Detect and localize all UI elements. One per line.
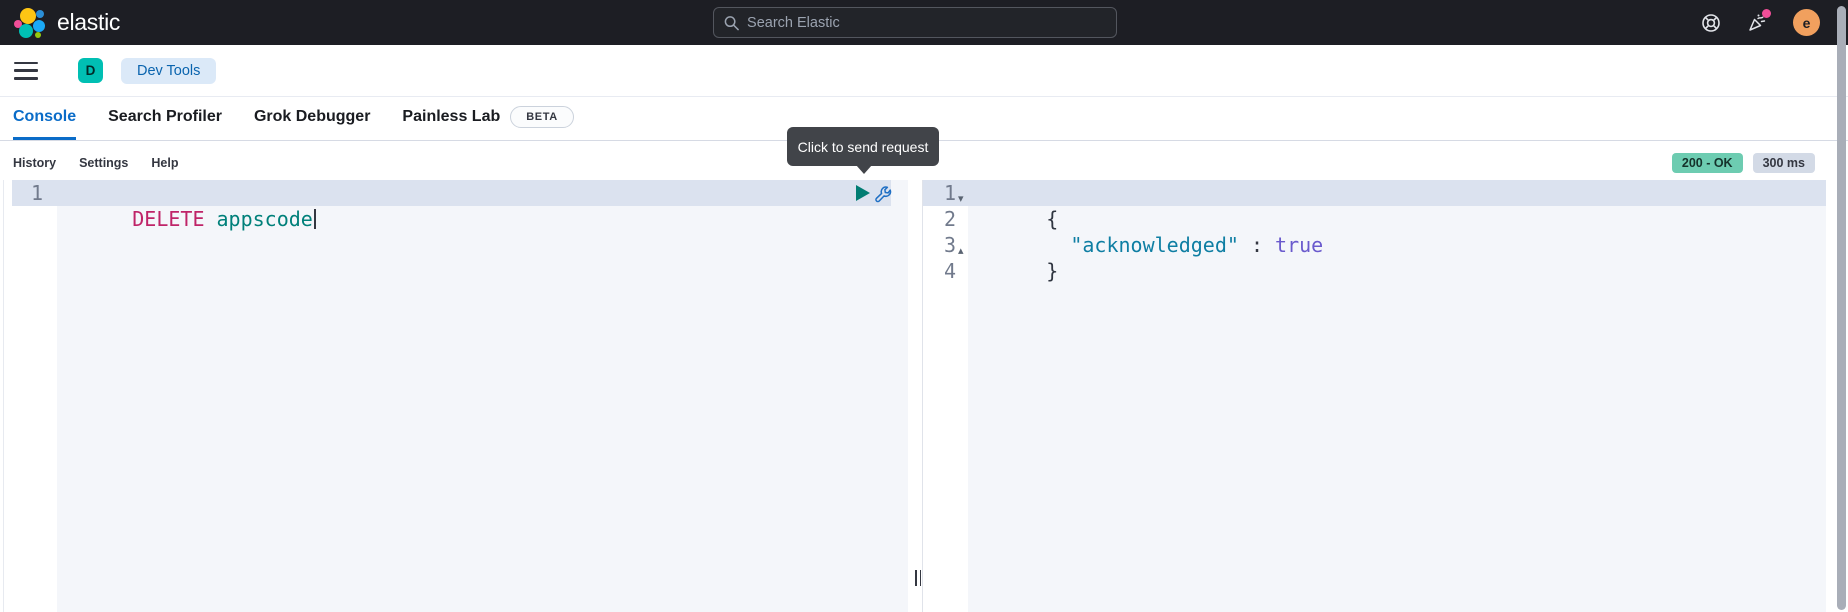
- response-line: }: [974, 232, 1058, 310]
- elastic-wordmark: elastic: [57, 9, 120, 36]
- response-line-number: 2: [923, 206, 956, 232]
- response-line-number: 3: [923, 232, 956, 258]
- request-line[interactable]: DELETE appscode: [60, 180, 316, 258]
- settings-menu[interactable]: Settings: [79, 156, 128, 170]
- response-active-line: [923, 180, 1826, 206]
- header-actions: e: [1701, 0, 1820, 45]
- help-menu[interactable]: Help: [151, 156, 178, 170]
- tab-painless-lab[interactable]: Painless Lab BETA: [402, 97, 573, 140]
- global-search[interactable]: [713, 7, 1117, 38]
- search-input[interactable]: [747, 15, 1106, 31]
- splitter-handle[interactable]: [913, 570, 923, 586]
- tab-search-profiler[interactable]: Search Profiler: [108, 97, 222, 140]
- tab-grok-debugger[interactable]: Grok Debugger: [254, 97, 370, 140]
- user-avatar[interactable]: e: [1793, 9, 1820, 36]
- response-time-badge: 300 ms: [1753, 153, 1815, 173]
- status-badge: 200 - OK: [1672, 153, 1743, 173]
- request-gutter: [4, 180, 57, 612]
- breadcrumb-dev-tools[interactable]: Dev Tools: [121, 58, 216, 84]
- tooltip-arrow: [856, 165, 872, 174]
- help-icon[interactable]: [1701, 13, 1721, 33]
- menu-icon[interactable]: [14, 62, 38, 80]
- text-cursor: [314, 209, 316, 229]
- request-line-number: 1: [4, 180, 43, 206]
- notification-dot: [1762, 9, 1771, 18]
- beta-badge: BETA: [510, 106, 574, 128]
- request-options-wrench-icon[interactable]: [874, 184, 892, 202]
- response-scroll-track: [1826, 180, 1836, 612]
- elastic-logo[interactable]: elastic: [0, 6, 120, 40]
- json-key: "acknowledged": [1070, 233, 1239, 257]
- request-path: appscode: [217, 207, 313, 231]
- elastic-logo-icon: [13, 6, 47, 40]
- response-line-number: 1: [923, 180, 956, 206]
- tab-console[interactable]: Console: [13, 97, 76, 140]
- kibana-header: elastic: [0, 0, 1848, 45]
- space-avatar[interactable]: D: [78, 58, 103, 83]
- search-icon: [724, 15, 739, 31]
- history-menu[interactable]: History: [13, 156, 56, 170]
- newsfeed-icon[interactable]: [1747, 13, 1767, 33]
- send-request-button[interactable]: [856, 185, 870, 201]
- send-request-tooltip: Click to send request: [787, 127, 939, 166]
- fold-caret-up-icon[interactable]: ▴: [958, 238, 964, 264]
- page-scrollbar[interactable]: [1837, 6, 1846, 610]
- breadcrumb-bar: D Dev Tools: [0, 45, 1848, 97]
- fold-caret-down-icon[interactable]: ▾: [958, 186, 964, 212]
- request-method: DELETE: [132, 207, 204, 231]
- json-separator: :: [1239, 233, 1275, 257]
- json-boolean-value: true: [1275, 233, 1323, 257]
- response-line-number: 4: [923, 258, 956, 284]
- devtools-console-page: elastic: [0, 0, 1848, 612]
- console-editors: 1 DELETEappscode 1 2 3 4 ▾ ▴ { "ackn: [0, 180, 1848, 612]
